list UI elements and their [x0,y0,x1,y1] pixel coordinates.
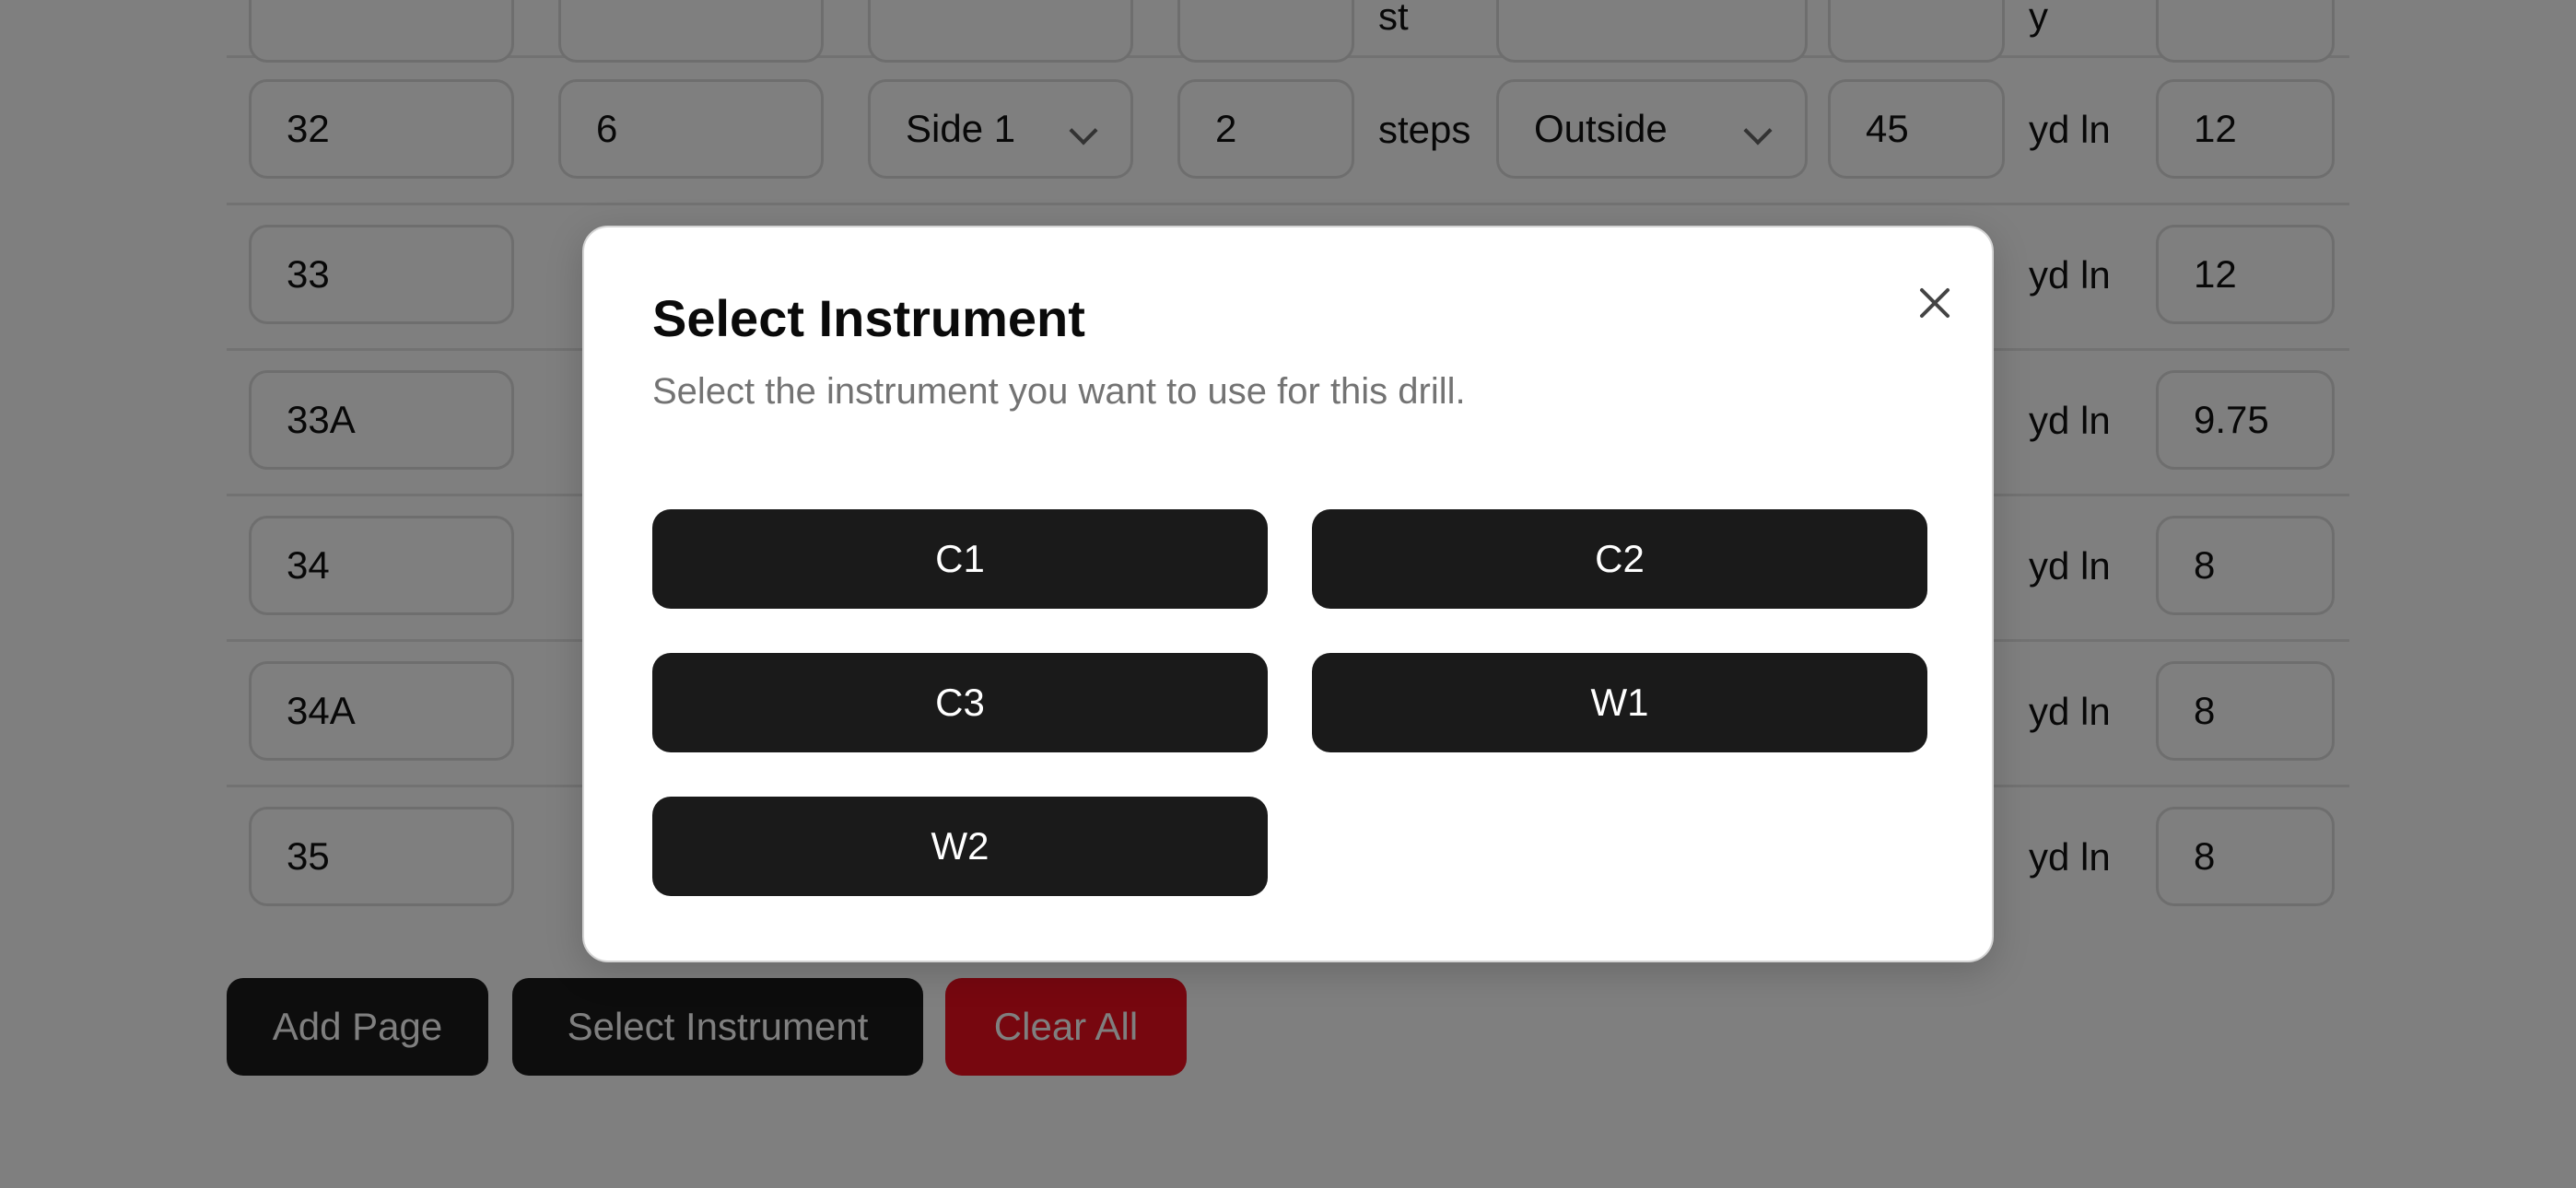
instrument-option-c2[interactable]: C2 [1312,509,1927,609]
close-icon [1920,288,1950,318]
select-instrument-dialog: Select Instrument Select the instrument … [582,226,1994,962]
instrument-option-c1[interactable]: C1 [652,509,1268,609]
close-button[interactable] [1907,275,1962,331]
instrument-option-c3[interactable]: C3 [652,653,1268,752]
dialog-title: Select Instrument [652,289,1085,347]
instrument-option-w1[interactable]: W1 [1312,653,1927,752]
instrument-option-w2[interactable]: W2 [652,797,1268,896]
dialog-description: Select the instrument you want to use fo… [652,371,1466,412]
